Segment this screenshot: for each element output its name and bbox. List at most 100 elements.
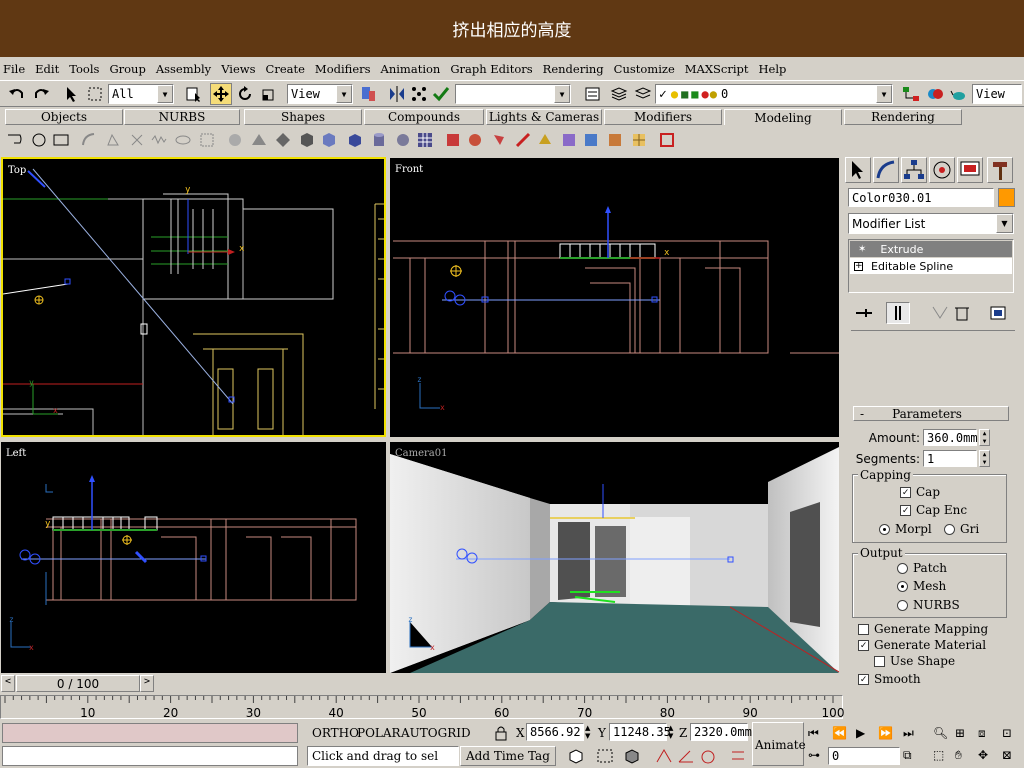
selection-lock-icon[interactable] (566, 747, 586, 765)
edit-mesh-icon[interactable] (444, 131, 462, 149)
remove-modifier-icon[interactable] (952, 304, 972, 322)
menu-item-group[interactable]: Group (109, 62, 145, 76)
maximize-viewport-icon[interactable]: ⊠ (1002, 748, 1012, 762)
make-unique-icon[interactable] (930, 304, 950, 322)
smooth-checkbox[interactable]: ✓ (858, 674, 869, 685)
zoom-extents-icon[interactable]: ⧈ (978, 726, 986, 741)
grid-radio[interactable] (944, 524, 955, 535)
collapse-icon[interactable] (658, 131, 676, 149)
angle-snap-icon[interactable] (676, 747, 696, 765)
menu-item-tools[interactable]: Tools (69, 62, 99, 76)
menu-item-graph-editors[interactable]: Graph Editors (450, 62, 532, 76)
region-zoom-icon[interactable]: ⬚ (933, 748, 944, 762)
animate-button[interactable]: Animate (752, 722, 806, 766)
box-icon[interactable] (346, 131, 364, 149)
pin-stack-icon[interactable] (854, 304, 874, 322)
y-coordinate-field[interactable]: 11248.35 (609, 723, 671, 741)
segments-spinner-arrows[interactable]: ▲ ▼ (979, 450, 990, 467)
y-spinner-arrows[interactable]: ▲ ▼ (668, 724, 673, 740)
schematic-view-button[interactable] (900, 83, 922, 105)
select-region-button[interactable] (84, 83, 106, 105)
maxscript-listener-mini[interactable] (2, 723, 298, 743)
layer-list-button[interactable] (608, 83, 630, 105)
spline-tool-icon[interactable] (6, 131, 24, 149)
viewport-label-camera[interactable]: Camera01 (395, 448, 447, 459)
play-icon[interactable]: ▶ (856, 726, 865, 740)
element-icon[interactable] (582, 131, 600, 149)
show-end-result-button[interactable] (886, 302, 910, 324)
current-frame-field[interactable]: 0 (828, 747, 900, 765)
ffd-tool-icon[interactable] (198, 131, 216, 149)
time-slider-next-button[interactable]: > (140, 675, 154, 692)
previous-frame-icon[interactable]: ⏪ (832, 726, 847, 740)
hexagon-icon[interactable] (320, 131, 338, 149)
configure-sets-icon[interactable] (988, 304, 1008, 322)
z-coordinate-field[interactable]: 2320.0mm (690, 723, 752, 741)
x-spinner-arrows[interactable]: ▲ ▼ (585, 724, 590, 740)
menu-item-help[interactable]: Help (759, 62, 787, 76)
menu-item-rendering[interactable]: Rendering (543, 62, 604, 76)
expand-plus-icon[interactable]: + (854, 261, 863, 271)
sphere-icon[interactable] (394, 131, 412, 149)
track-bar[interactable]: 10 20 30 40 50 60 70 80 90 100 (0, 695, 844, 720)
face-icon[interactable] (536, 131, 554, 149)
unwrap-icon[interactable] (630, 131, 648, 149)
optimize-icon[interactable] (274, 131, 292, 149)
patch-radio[interactable] (897, 563, 908, 574)
create-tab[interactable] (845, 157, 871, 183)
viewport-label-front[interactable]: Front (395, 164, 423, 175)
x-coordinate-field[interactable]: 8566.92 (526, 723, 584, 741)
vertex-icon[interactable] (490, 131, 508, 149)
tab-objects[interactable]: Objects (5, 109, 123, 125)
grid-icon[interactable] (416, 131, 434, 149)
circle-tool-icon[interactable] (30, 131, 48, 149)
tab-modifiers[interactable]: Modifiers (604, 109, 722, 125)
go-to-end-icon[interactable]: ⏭ (903, 726, 914, 741)
amount-spinner[interactable]: 360.0mm (923, 429, 978, 446)
viewport-label-top[interactable]: Top (8, 165, 26, 176)
snap-2-5-icon[interactable] (654, 747, 674, 765)
spinner-snap-icon[interactable] (728, 747, 748, 765)
tab-lights-cameras[interactable]: Lights & Cameras (486, 109, 602, 125)
align-button[interactable] (430, 83, 452, 105)
select-by-name-button[interactable] (183, 83, 205, 105)
tessellate-icon[interactable] (250, 131, 268, 149)
edge-icon[interactable] (514, 131, 532, 149)
material-editor-button[interactable] (924, 83, 946, 105)
tab-modeling[interactable]: Modeling (724, 109, 842, 125)
reference-coordinate-dropdown[interactable]: View ▼ (287, 84, 353, 104)
render-type-dropdown[interactable]: View (972, 84, 1022, 104)
utilities-tab[interactable] (987, 157, 1013, 183)
zoom-extents-all-icon[interactable]: ⊡ (1002, 726, 1012, 740)
time-slider-prev-button[interactable]: < (1, 675, 15, 692)
redo-button[interactable] (30, 83, 52, 105)
viewport-front[interactable]: x z x Front (390, 158, 839, 437)
menu-item-customize[interactable]: Customize (614, 62, 675, 76)
stack-item-extrude[interactable]: ✶ Extrude (850, 241, 1012, 257)
array-button[interactable] (408, 83, 430, 105)
time-slider[interactable]: 0 / 100 (16, 675, 140, 692)
generate-mapping-checkbox[interactable] (858, 624, 869, 635)
segments-spinner[interactable]: 1 (923, 450, 977, 467)
key-mode-icon[interactable]: ⊶ (808, 748, 820, 762)
cap-start-checkbox[interactable]: ✓ (900, 487, 911, 498)
selection-filter-dropdown[interactable]: All ▼ (108, 84, 174, 104)
multires-icon[interactable] (298, 131, 316, 149)
uvw-map-icon[interactable] (606, 131, 624, 149)
pivot-center-button[interactable] (358, 83, 380, 105)
select-and-scale-button[interactable] (258, 83, 280, 105)
zoom-icon[interactable]: 🔍︎ (933, 726, 948, 740)
add-time-tag-button[interactable]: Add Time Tag (460, 746, 556, 766)
menu-item-modifiers[interactable]: Modifiers (315, 62, 371, 76)
tab-shapes[interactable]: Shapes (244, 109, 362, 125)
viewport-camera[interactable]: z x Camera01 (390, 442, 839, 673)
maxscript-input-mini[interactable] (2, 746, 298, 766)
menu-item-animation[interactable]: Animation (381, 62, 441, 76)
autogrid-toggle[interactable]: AUTOGRID (401, 726, 471, 740)
layer-tools-button[interactable] (632, 83, 654, 105)
display-tab[interactable] (957, 157, 983, 183)
layer-dropdown[interactable]: ✓ ● ■ ■ ● ● 0 ▼ (655, 84, 893, 104)
menu-item-edit[interactable]: Edit (35, 62, 59, 76)
morph-radio[interactable] (879, 524, 890, 535)
menu-item-views[interactable]: Views (221, 62, 255, 76)
